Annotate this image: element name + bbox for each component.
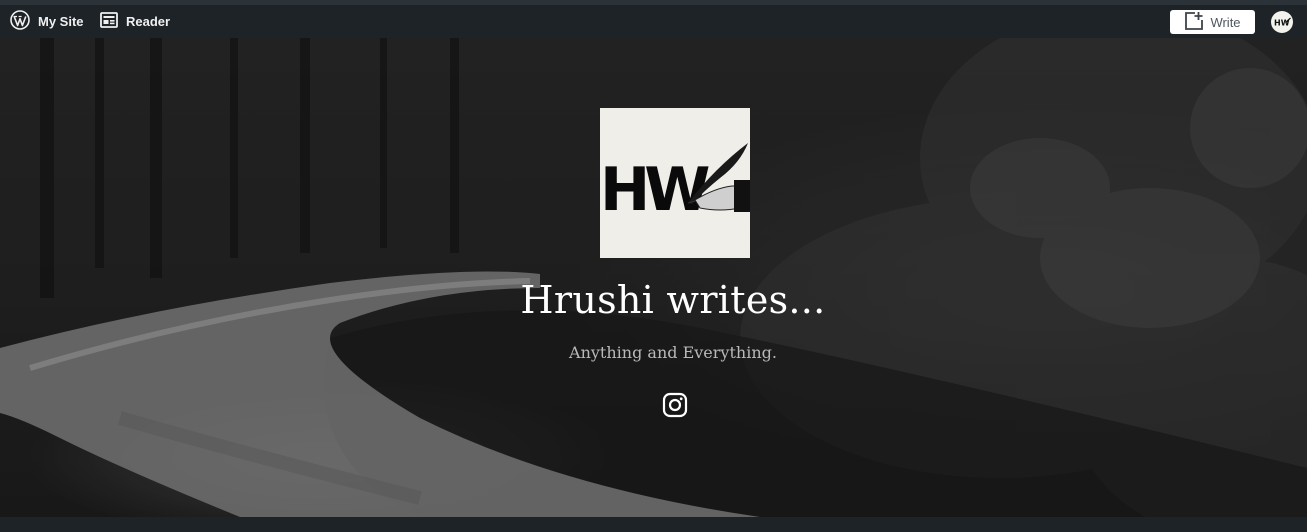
bottom-strip <box>0 517 1307 532</box>
site-logo[interactable]: HW <box>600 108 750 258</box>
svg-text:HW: HW <box>600 155 709 225</box>
reader-label: Reader <box>126 14 171 29</box>
write-icon <box>1184 11 1210 34</box>
write-button[interactable]: Write <box>1170 10 1255 34</box>
header-hero: HW Hrushi writes... Anything and Everyth… <box>0 38 1307 517</box>
avatar-logo-icon: HW <box>1274 17 1291 28</box>
admin-bar: My Site Reader Write HW <box>0 5 1307 38</box>
site-title[interactable]: Hrushi writes... <box>403 278 943 322</box>
user-avatar[interactable]: HW <box>1271 11 1293 33</box>
instagram-icon <box>662 392 688 418</box>
my-site-link[interactable]: My Site <box>10 5 84 38</box>
wordpress-icon <box>10 10 38 33</box>
svg-text:HW: HW <box>1274 19 1290 28</box>
hw-quill-logo-icon: HW <box>600 108 750 258</box>
site-tagline: Anything and Everything. <box>569 343 777 362</box>
my-site-label: My Site <box>38 14 84 29</box>
write-label: Write <box>1210 14 1241 30</box>
instagram-link[interactable] <box>662 392 688 418</box>
reader-link[interactable]: Reader <box>100 5 170 38</box>
reader-icon <box>100 12 126 31</box>
